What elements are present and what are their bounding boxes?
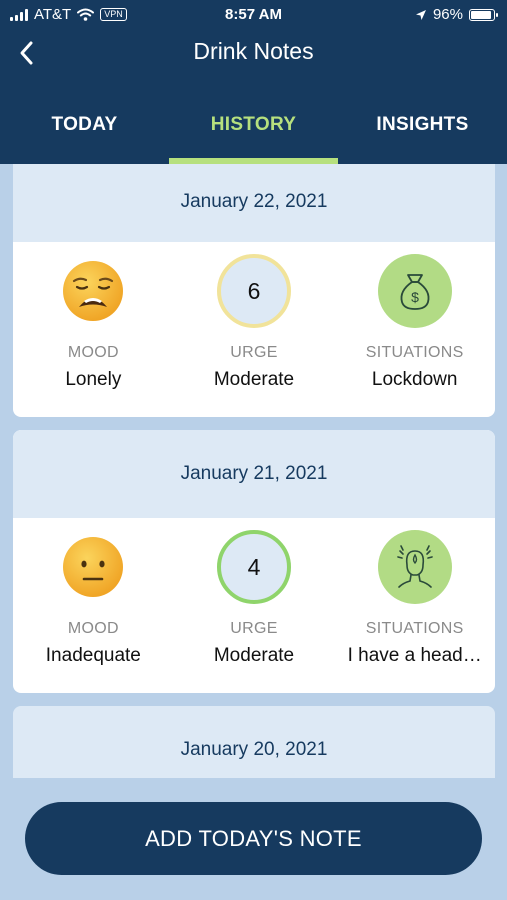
tab-today[interactable]: TODAY	[0, 102, 169, 164]
entry-date: January 22, 2021	[13, 164, 495, 242]
mood-value: Inadequate	[45, 645, 141, 666]
mood-value: Lonely	[65, 369, 122, 390]
neutral-face-icon	[63, 537, 124, 597]
situations-column: $ SITUATIONS Lockdown	[334, 242, 495, 417]
situations-label: SITUATIONS	[365, 344, 464, 361]
mood-column: MOOD Inadequate	[13, 518, 174, 693]
situations-value: Lockdown	[371, 369, 458, 390]
urge-label: URGE	[230, 620, 278, 637]
history-entry-card[interactable]: January 20, 2021	[13, 706, 495, 778]
situation-badge: $	[377, 254, 452, 328]
urge-column: 4 URGE Moderate	[174, 518, 335, 693]
entry-details: MOOD Inadequate 4 URGE Moderate SITUATIO…	[13, 518, 495, 693]
entry-date: January 21, 2021	[13, 430, 495, 518]
status-right: 96%	[415, 6, 498, 23]
situations-label: SITUATIONS	[365, 620, 464, 637]
entry-details: MOOD Lonely 6 URGE Moderate $ SITUATIONS…	[13, 242, 495, 417]
urge-label: URGE	[230, 344, 278, 361]
urge-level-badge: 4	[217, 530, 291, 604]
battery-percent: 96%	[432, 6, 463, 23]
mood-label: MOOD	[67, 620, 119, 637]
urge-column: 6 URGE Moderate	[174, 242, 335, 417]
add-todays-note-button[interactable]: ADD TODAY'S NOTE	[25, 802, 482, 875]
urge-value: Moderate	[213, 369, 295, 390]
status-bar: AT&T VPN 8:57 AM 96%	[0, 0, 507, 30]
history-entry-card[interactable]: January 22, 2021 MOOD Lonely 6 URGE Mode…	[13, 164, 495, 417]
history-entry-card[interactable]: January 21, 2021 MOOD Inadequate 4 URGE …	[13, 430, 495, 693]
battery-icon	[469, 8, 498, 21]
urge-level-badge: 6	[217, 254, 291, 328]
urge-value: Moderate	[213, 645, 295, 666]
svg-text:$: $	[411, 289, 419, 305]
situations-value: I have a head…	[347, 645, 482, 666]
entry-date: January 20, 2021	[13, 706, 495, 778]
headache-icon	[396, 545, 433, 588]
tab-bar: TODAY HISTORY INSIGHTS	[0, 102, 507, 164]
tab-history[interactable]: HISTORY	[169, 102, 338, 164]
situations-column: SITUATIONS I have a head…	[334, 518, 495, 693]
app-header: Drink Notes TODAY HISTORY INSIGHTS	[0, 30, 507, 164]
tab-insights[interactable]: INSIGHTS	[338, 102, 507, 164]
mood-column: MOOD Lonely	[13, 242, 174, 417]
situation-badge	[377, 530, 452, 604]
history-list[interactable]: January 22, 2021 MOOD Lonely 6 URGE Mode…	[0, 164, 507, 778]
page-title: Drink Notes	[193, 38, 314, 64]
anguished-face-icon	[63, 261, 124, 321]
mood-label: MOOD	[67, 344, 119, 361]
location-arrow-icon	[415, 9, 426, 20]
money-bag-icon: $	[400, 274, 430, 310]
